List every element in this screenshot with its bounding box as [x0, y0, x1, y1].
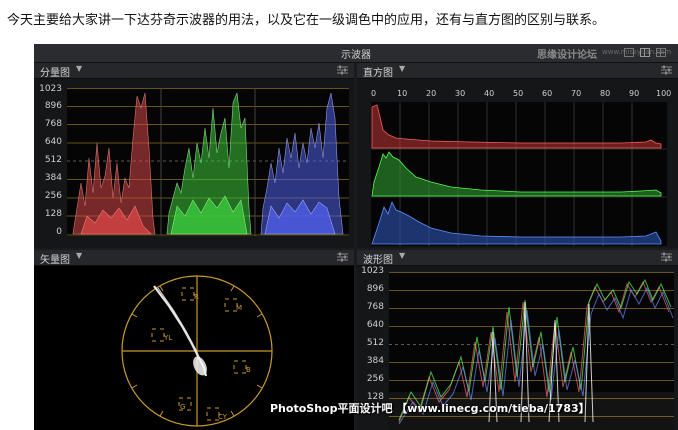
parade-green-trace — [166, 92, 252, 235]
parade-ytick: 384 — [44, 173, 62, 183]
parade-settings-icon[interactable] — [337, 65, 348, 75]
waveform-ytick: 256 — [366, 374, 384, 384]
histogram-xtick: 90 — [629, 89, 640, 98]
vectorscope-target-label: CY — [218, 413, 228, 421]
vectorscope-target-label: B — [246, 366, 251, 374]
parade-ytick: 128 — [44, 209, 62, 219]
vectorscope-target-label: M — [236, 304, 242, 312]
waveform-settings-icon[interactable] — [661, 252, 672, 262]
waveform-ytick: 384 — [366, 356, 384, 366]
parade-ytick: 768 — [44, 119, 62, 129]
histogram-plot — [371, 102, 667, 246]
parade-ytick: 896 — [44, 101, 62, 111]
layout-grid-button[interactable] — [656, 48, 666, 57]
parade-ytick: 1023 — [39, 84, 62, 94]
watermark-bottom: PhotoShop平面设计吧 【www.linecg.com/tieba/178… — [270, 402, 590, 415]
vectorscope-target-label: G — [180, 403, 185, 411]
histogram-xtick: 0 — [371, 89, 377, 98]
waveform-label: 波形图 — [363, 255, 393, 266]
waveform-ytick: 640 — [366, 320, 384, 330]
histogram-xtick: 60 — [542, 89, 553, 98]
vectorscope-target-label: YL — [163, 334, 172, 342]
histogram-xtick: 30 — [455, 89, 466, 98]
vectorscope-chevron-down-icon[interactable]: ▼ — [76, 251, 82, 260]
histogram-chevron-down-icon[interactable]: ▼ — [399, 64, 405, 73]
vectorscope-label: 矢量图 — [40, 255, 70, 266]
waveform-ytick: 896 — [366, 284, 384, 294]
parade-plot — [67, 88, 349, 236]
histogram-header: 直方图 ▼ — [357, 63, 678, 79]
parade-ytick: 512 — [44, 155, 62, 165]
waveform-header: 波形图 ▼ — [357, 250, 678, 266]
vectorscope-settings-icon[interactable] — [337, 252, 348, 262]
layout-single-button[interactable] — [624, 48, 634, 57]
parade-chevron-down-icon[interactable]: ▼ — [76, 64, 82, 73]
histogram-green-trace — [371, 151, 662, 197]
parade-panel: 分量图 ▼ 1023 896 768 640 512 384 256 128 0 — [34, 63, 354, 248]
layout-quad-button[interactable] — [640, 48, 650, 57]
waveform-ytick: 768 — [366, 302, 384, 312]
parade-blue-trace — [260, 92, 344, 235]
histogram-xtick: 50 — [513, 89, 524, 98]
histogram-blue-trace — [371, 200, 662, 245]
waveform-ytick: 1023 — [361, 266, 384, 276]
histogram-xtick: 100 — [656, 89, 672, 98]
scopes-window: 示波器 思缘设计论坛 www.missyuan.com 分量图 ▼ 1023 8… — [34, 44, 678, 430]
vectorscope-target-label: R — [194, 293, 199, 301]
histogram-xtick: 70 — [571, 89, 582, 98]
parade-header: 分量图 ▼ — [34, 63, 354, 79]
waveform-chevron-down-icon[interactable]: ▼ — [399, 251, 405, 260]
title-bar: 示波器 思缘设计论坛 www.missyuan.com — [34, 44, 678, 63]
histogram-red-trace — [371, 104, 662, 149]
parade-label: 分量图 — [40, 68, 70, 79]
parade-ytick: 256 — [44, 191, 62, 201]
histogram-xtick: 20 — [426, 89, 437, 98]
intro-text: 今天主要给大家讲一下达芬奇示波器的用法，以及它在一级调色中的应用，还有与直方图的… — [7, 13, 606, 28]
parade-red-trace — [72, 92, 156, 235]
parade-ytick: 640 — [44, 137, 62, 147]
histogram-panel: 直方图 ▼ 0 10 20 30 40 50 60 70 80 90 100 — [357, 63, 678, 248]
watermark-top: 思缘设计论坛 — [537, 50, 597, 61]
histogram-settings-icon[interactable] — [661, 65, 672, 75]
parade-ytick: 0 — [56, 227, 62, 237]
vectorscope-header: 矢量图 ▼ — [34, 250, 354, 266]
histogram-xtick: 40 — [484, 89, 495, 98]
histogram-label: 直方图 — [363, 68, 393, 79]
waveform-ytick: 512 — [366, 338, 384, 348]
histogram-xtick: 80 — [600, 89, 611, 98]
histogram-xtick: 10 — [397, 89, 408, 98]
